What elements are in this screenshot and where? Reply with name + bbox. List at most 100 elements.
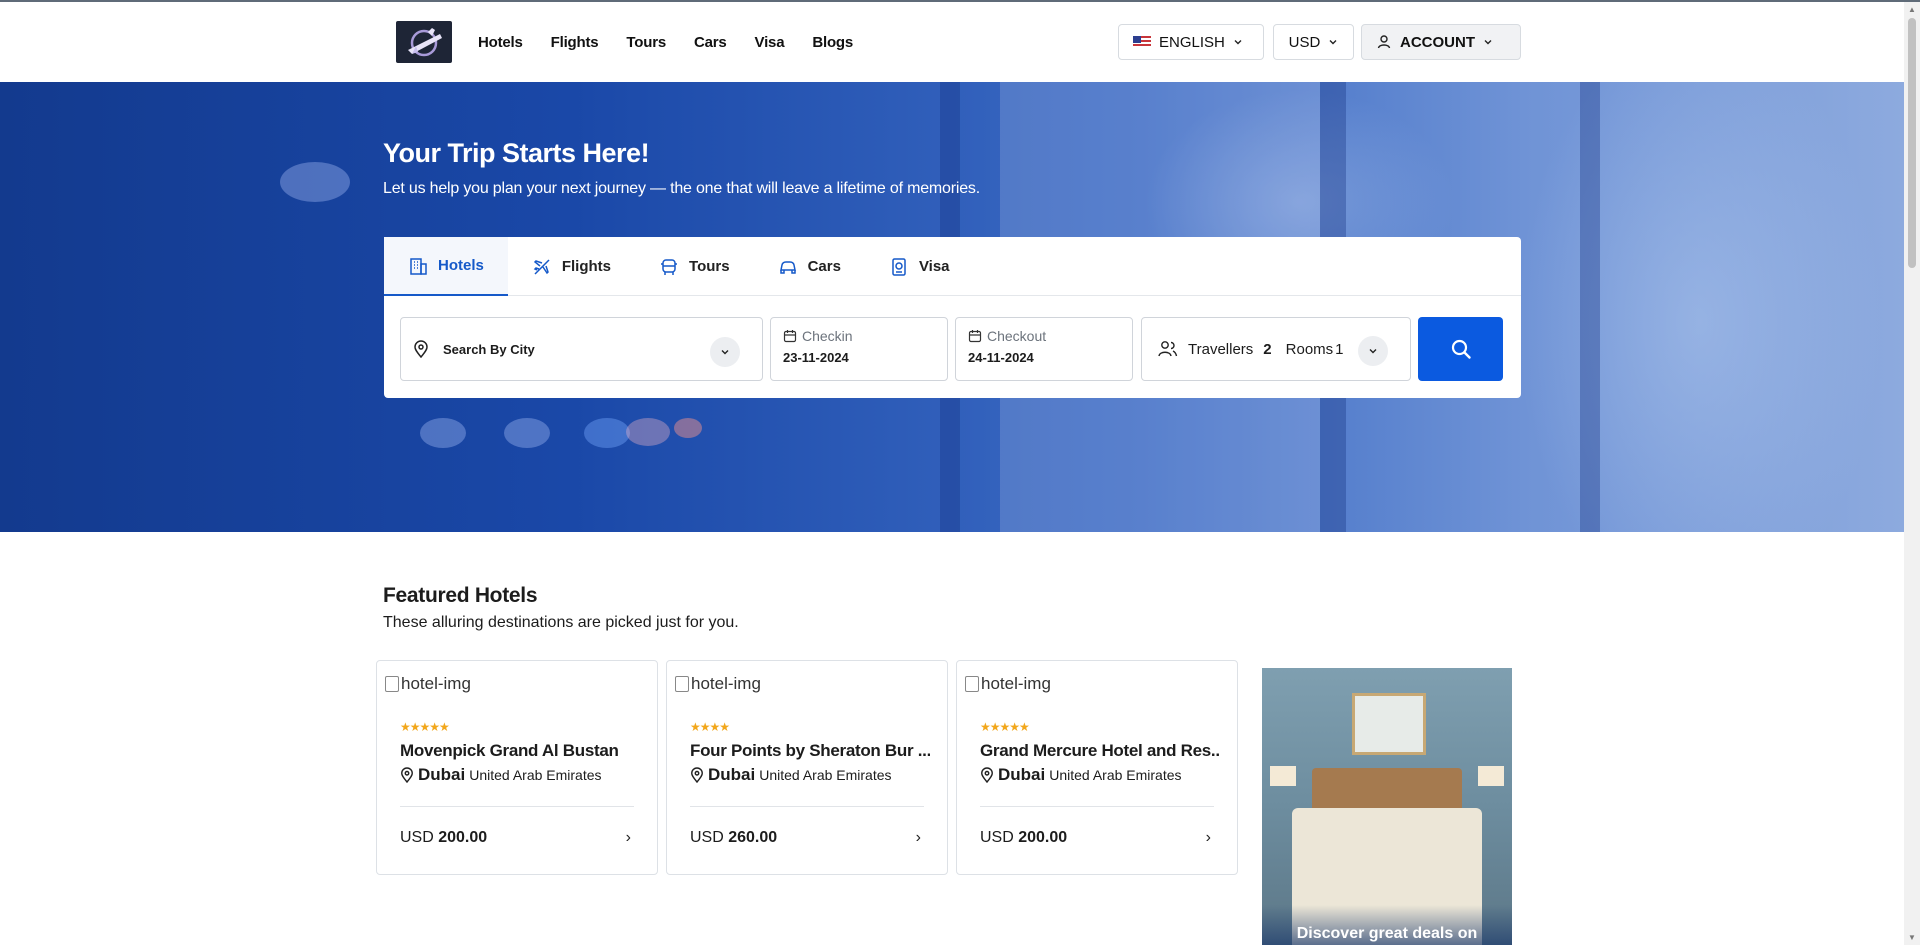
- hotel-country: United Arab Emirates: [1049, 767, 1182, 783]
- site-header: Hotels Flights Tours Cars Visa Blogs ENG…: [0, 2, 1904, 82]
- card-divider: [690, 806, 924, 807]
- hotel-location: Dubai United Arab Emirates: [400, 765, 602, 785]
- checkin-value: 23-11-2024: [783, 350, 849, 365]
- travellers-label: Travellers: [1188, 340, 1254, 358]
- hotel-city: Dubai: [998, 765, 1046, 784]
- calendar-icon: [968, 330, 982, 343]
- currency-selector[interactable]: USD: [1273, 24, 1354, 60]
- checkout-field[interactable]: Checkout 24-11-2024: [955, 317, 1133, 381]
- plane-globe-logo-icon: [408, 28, 442, 57]
- hotel-name: Four Points by Sheraton Bur ...: [690, 741, 930, 760]
- hotel-price: USD 260.00: [690, 829, 777, 847]
- search-card: Hotels Flights Tours Cars Visa Search By…: [384, 237, 1521, 398]
- tab-tours[interactable]: Tours: [635, 237, 754, 296]
- hero-title: Your Trip Starts Here!: [383, 138, 650, 168]
- scroll-up-arrow-icon[interactable]: ▲: [1908, 5, 1916, 14]
- plane-icon: [533, 258, 550, 275]
- passport-icon: [892, 257, 906, 276]
- hotel-image-alt: hotel-img: [401, 674, 471, 693]
- hero-bokeh: [420, 418, 466, 448]
- nav-visa[interactable]: Visa: [755, 34, 785, 51]
- travellers-dropdown-toggle[interactable]: [1358, 336, 1388, 366]
- lamp-image: [1270, 766, 1296, 786]
- page-scrollbar[interactable]: ▲ ▼: [1904, 2, 1920, 945]
- nav-cars[interactable]: Cars: [694, 34, 727, 51]
- tab-label: Tours: [689, 258, 730, 275]
- tab-flights[interactable]: Flights: [508, 237, 635, 296]
- travellers-field[interactable]: Travellers 2 Rooms 1: [1141, 317, 1411, 381]
- tab-label: Hotels: [438, 257, 484, 274]
- hotel-name: Movenpick Grand Al Bustan: [400, 741, 619, 760]
- calendar-icon: [783, 330, 797, 343]
- site-logo[interactable]: [396, 21, 452, 63]
- hero-window-frame: [1580, 82, 1600, 532]
- building-icon: [410, 257, 427, 275]
- scroll-down-arrow-icon[interactable]: ▼: [1908, 933, 1916, 942]
- rooms-label: Rooms: [1285, 340, 1334, 358]
- hotel-location: Dubai United Arab Emirates: [980, 765, 1182, 785]
- account-menu-button[interactable]: ACCOUNT: [1361, 24, 1521, 60]
- users-icon: [1158, 341, 1178, 357]
- tab-visa[interactable]: Visa: [865, 237, 974, 296]
- hotel-star-rating: ★★★★★: [400, 720, 450, 734]
- hotel-card[interactable]: hotel-img ★★★★★ Grand Mercure Hotel and …: [956, 660, 1238, 875]
- hero-bokeh: [280, 162, 350, 202]
- tab-label: Cars: [807, 258, 841, 275]
- city-dropdown-toggle[interactable]: [710, 337, 740, 367]
- hotel-card[interactable]: hotel-img ★★★★★ Movenpick Grand Al Busta…: [376, 660, 658, 875]
- hotel-image: hotel-img: [385, 674, 471, 694]
- nav-hotels[interactable]: Hotels: [478, 34, 523, 51]
- bus-icon: [661, 258, 678, 275]
- chevron-right-icon[interactable]: ›: [916, 829, 921, 847]
- hotel-city: Dubai: [418, 765, 466, 784]
- city-search-placeholder: Search By City: [443, 341, 535, 357]
- user-icon: [1377, 35, 1391, 49]
- hotel-star-rating: ★★★★★: [980, 720, 1030, 734]
- promo-text: Discover great deals on: [1262, 905, 1512, 945]
- scrollbar-thumb[interactable]: [1908, 18, 1916, 268]
- hotel-country: United Arab Emirates: [759, 767, 892, 783]
- hotel-star-rating: ★★★★: [690, 720, 730, 734]
- promo-banner[interactable]: Discover great deals on: [1262, 668, 1512, 945]
- broken-image-icon: [675, 676, 689, 692]
- chevron-down-icon: [1484, 40, 1492, 45]
- search-icon: [1451, 339, 1471, 359]
- car-icon: [779, 260, 796, 274]
- hotel-image: hotel-img: [965, 674, 1051, 694]
- hotel-country: United Arab Emirates: [469, 767, 602, 783]
- card-divider: [980, 806, 1214, 807]
- hotel-image: hotel-img: [675, 674, 761, 694]
- nav-flights[interactable]: Flights: [551, 34, 599, 51]
- chevron-right-icon[interactable]: ›: [626, 829, 631, 847]
- wall-art-image: [1352, 693, 1426, 755]
- nav-blogs[interactable]: Blogs: [812, 34, 853, 51]
- travellers-count: 2: [1263, 340, 1272, 358]
- city-search-field[interactable]: Search By City: [400, 317, 763, 381]
- tab-cars[interactable]: Cars: [754, 237, 865, 296]
- hotel-price: USD 200.00: [980, 829, 1067, 847]
- nav-tours[interactable]: Tours: [626, 34, 666, 51]
- chevron-down-icon: [721, 350, 729, 355]
- language-selector[interactable]: ENGLISH: [1118, 24, 1264, 60]
- checkin-field[interactable]: Checkin 23-11-2024: [770, 317, 948, 381]
- hero-subtitle: Let us help you plan your next journey —…: [383, 180, 980, 197]
- hotel-price: USD 200.00: [400, 829, 487, 847]
- tab-label: Visa: [918, 258, 950, 275]
- hotel-card[interactable]: hotel-img ★★★★ Four Points by Sheraton B…: [666, 660, 948, 875]
- price-amount: 200.00: [1018, 829, 1068, 846]
- location-pin-icon: [401, 767, 413, 783]
- hero-bokeh: [626, 418, 670, 446]
- chevron-down-icon: [1329, 40, 1337, 45]
- lamp-image: [1478, 766, 1504, 786]
- hero-bokeh: [584, 418, 630, 448]
- checkin-label-row: Checkin: [783, 328, 935, 344]
- tab-hotels[interactable]: Hotels: [384, 237, 508, 296]
- hero-bokeh: [674, 418, 702, 438]
- main-nav: Hotels Flights Tours Cars Visa Blogs: [478, 2, 853, 82]
- chevron-right-icon[interactable]: ›: [1206, 829, 1211, 847]
- price-amount: 260.00: [728, 829, 778, 846]
- search-button[interactable]: [1418, 317, 1503, 381]
- hotel-image-alt: hotel-img: [981, 674, 1051, 693]
- price-currency: USD: [980, 829, 1014, 846]
- location-pin-icon: [691, 767, 703, 783]
